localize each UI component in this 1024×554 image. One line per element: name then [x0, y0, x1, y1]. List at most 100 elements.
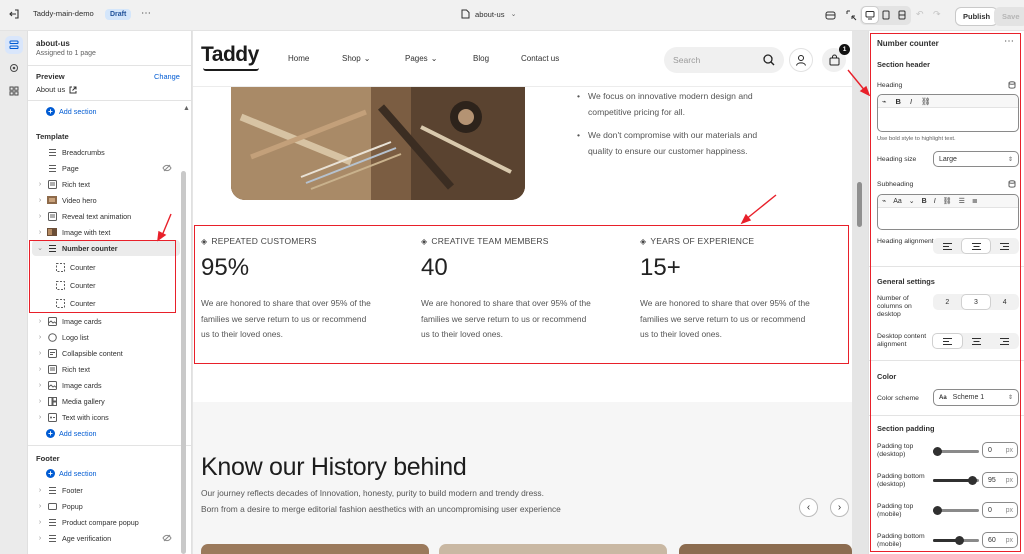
align-center-icon[interactable] [962, 334, 991, 348]
full-width-view-icon[interactable] [894, 7, 910, 23]
align-left-icon[interactable] [933, 334, 962, 348]
tree-block-counter[interactable]: Counter [28, 277, 188, 293]
counter-block[interactable]: ◈ YEARS OF EXPERIENCE 15+ We are honored … [640, 236, 850, 343]
tree-block-counter[interactable]: Counter [28, 295, 188, 311]
tree-item-media-gallery[interactable]: › Media gallery [28, 393, 188, 409]
undo-icon[interactable]: ↶ [916, 9, 924, 20]
align-right-icon[interactable] [990, 239, 1019, 253]
add-section-footer[interactable]: + Add section [46, 469, 97, 478]
italic-icon[interactable]: I [910, 97, 912, 106]
search-input[interactable]: Search [664, 47, 784, 73]
columns-option[interactable]: 2 [933, 295, 962, 309]
nav-contact-us[interactable]: Contact us [521, 54, 559, 63]
eye-off-icon[interactable] [162, 534, 172, 542]
tree-item-collapsible-content[interactable]: › Collapsible content [28, 345, 188, 361]
apps-icon[interactable] [822, 7, 838, 23]
heading-alignment-control[interactable] [933, 238, 1019, 254]
more-icon[interactable]: ⋯ [141, 8, 152, 19]
color-scheme-select[interactable]: Aa Scheme 1 ⇕ [933, 389, 1019, 406]
padding-input[interactable]: 0 px [982, 442, 1018, 458]
desktop-view-icon[interactable] [862, 7, 878, 23]
add-section-template[interactable]: + Add section [46, 429, 97, 438]
tree-item-page[interactable]: Page [28, 160, 188, 176]
slider-handle[interactable] [968, 476, 978, 485]
tree-item-rich-text[interactable]: › Rich text [28, 176, 188, 192]
left-panel-scrollbar[interactable] [181, 171, 186, 554]
bold-icon[interactable]: B [896, 97, 901, 106]
subheading-richtext-field[interactable]: ⌁ Aa ⌄ B I ⛓ ☰ ≣ [877, 194, 1019, 230]
tree-item-image-with-text[interactable]: › Image with text [28, 224, 188, 240]
dynamic-source-icon[interactable] [1008, 180, 1016, 188]
slider-handle[interactable] [933, 447, 942, 456]
account-icon[interactable] [789, 48, 813, 72]
padding-input[interactable]: 60 px [982, 532, 1018, 548]
more-icon[interactable]: ⋯ [1004, 36, 1015, 47]
font-size-icon[interactable]: Aa [893, 198, 902, 205]
link-icon[interactable]: ⛓ [921, 97, 931, 106]
padding-input[interactable]: 0 px [982, 502, 1018, 518]
publish-button[interactable]: Publish [955, 7, 999, 26]
nav-blog[interactable]: Blog [473, 54, 489, 63]
link-style-icon[interactable]: ⌁ [882, 97, 887, 106]
padding-slider[interactable] [933, 476, 979, 485]
tree-item-logo-list[interactable]: › Logo list [28, 329, 188, 345]
preview-scrollbar[interactable] [857, 182, 862, 227]
tablet-view-icon[interactable] [878, 7, 894, 23]
align-left-icon[interactable] [933, 239, 962, 253]
tree-item-number-counter[interactable]: ⌄ Number counter [32, 240, 180, 256]
link-icon[interactable]: ⛓ [943, 197, 952, 205]
tree-item-rich-text[interactable]: › Rich text [28, 361, 188, 377]
counter-block[interactable]: ◈ REPEATED CUSTOMERS 95% We are honored t… [201, 236, 411, 343]
tree-item-image-cards[interactable]: › Image cards [28, 377, 188, 393]
counter-block[interactable]: ◈ CREATIVE TEAM MEMBERS 40 We are honored… [421, 236, 631, 343]
padding-slider[interactable] [933, 506, 979, 515]
nav-home[interactable]: Home [288, 54, 309, 63]
slider-handle[interactable] [933, 506, 942, 515]
tree-item-footer[interactable]: › Footer [28, 482, 188, 498]
tree-item-age-verification[interactable]: › Age verification [28, 530, 188, 546]
dynamic-source-icon[interactable] [1008, 81, 1016, 89]
heading-size-select[interactable]: Large ⇕ [933, 151, 1019, 167]
page-selector[interactable]: about-us ⌄ [461, 9, 516, 19]
tree-item-video-hero[interactable]: › Video hero [28, 192, 188, 208]
tree-item-breadcrumbs[interactable]: Breadcrumbs [28, 144, 188, 160]
tree-item-product-compare-popup[interactable]: › Product compare popup [28, 514, 188, 530]
bullet-list-icon[interactable]: ☰ [959, 197, 965, 205]
store-logo[interactable]: Taddy [201, 43, 259, 67]
number-counter-section[interactable]: ◈ REPEATED CUSTOMERS 95% We are honored t… [201, 236, 841, 346]
tree-item-popup[interactable]: › Popup [28, 498, 188, 514]
tree-item-reveal-text-animation[interactable]: › Reveal text animation [28, 208, 188, 224]
redo-icon[interactable]: ↷ [933, 9, 941, 20]
tree-item-image-cards[interactable]: › Image cards [28, 313, 188, 329]
link-style-icon[interactable]: ⌁ [882, 197, 886, 205]
sections-icon[interactable] [5, 36, 23, 54]
bold-icon[interactable]: B [922, 198, 927, 205]
desktop-alignment-control[interactable] [933, 333, 1019, 349]
add-section-top[interactable]: + Add section [46, 107, 97, 116]
italic-icon[interactable]: I [934, 198, 936, 205]
carousel-prev-button[interactable]: ‹ [799, 498, 818, 517]
exit-icon[interactable] [8, 8, 20, 20]
padding-input[interactable]: 95 px [982, 472, 1018, 488]
padding-slider[interactable] [933, 536, 979, 545]
save-button[interactable]: Save [994, 7, 1024, 26]
tree-item-text-with-icons[interactable]: › Text with icons [28, 409, 188, 425]
tree-block-counter[interactable]: Counter [28, 259, 188, 275]
preview-change-link[interactable]: Change [154, 72, 180, 81]
heading-richtext-field[interactable]: ⌁ B I ⛓ [877, 94, 1019, 132]
app-embeds-icon[interactable] [5, 82, 23, 100]
align-right-icon[interactable] [990, 334, 1019, 348]
nav-shop[interactable]: Shop ⌄ [342, 54, 370, 63]
theme-settings-icon[interactable] [5, 59, 23, 77]
inspector-icon[interactable] [843, 7, 859, 23]
nav-pages[interactable]: Pages ⌄ [405, 54, 437, 63]
padding-slider[interactable] [933, 447, 979, 456]
numbered-list-icon[interactable]: ≣ [972, 197, 978, 205]
columns-option[interactable]: 4 [990, 295, 1019, 309]
scroll-up-icon[interactable]: ▲ [183, 105, 190, 112]
slider-handle[interactable] [955, 536, 965, 545]
preview-value[interactable]: About us [36, 85, 77, 94]
carousel-next-button[interactable]: › [830, 498, 849, 517]
columns-control[interactable]: 2 3 4 [933, 294, 1019, 310]
columns-option[interactable]: 3 [961, 295, 991, 309]
